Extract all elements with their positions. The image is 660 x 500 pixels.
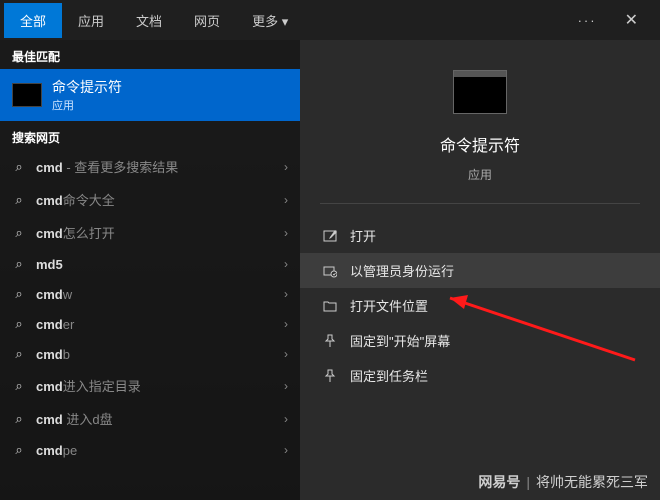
search-item[interactable]: ⌕ cmdb › [0, 339, 300, 369]
search-icon: ⌕ [12, 225, 26, 241]
action-open[interactable]: 打开 [300, 218, 660, 253]
chevron-right-icon: › [284, 226, 288, 240]
search-item[interactable]: ⌕ cmd进入指定目录 › [0, 369, 300, 402]
tab-doc[interactable]: 文档 [120, 3, 178, 38]
action-label: 固定到"开始"屏幕 [350, 331, 450, 350]
search-item[interactable]: ⌕ md5 › [0, 249, 300, 279]
chevron-right-icon: › [284, 412, 288, 426]
action-label: 打开文件位置 [350, 296, 428, 315]
results-panel: 最佳匹配 命令提示符 应用 搜索网页 ⌕ cmd - 查看更多搜索结果 › ⌕ … [0, 40, 300, 500]
action-label: 打开 [350, 226, 376, 245]
search-icon: ⌕ [12, 346, 26, 362]
tab-all[interactable]: 全部 [4, 3, 62, 38]
chevron-right-icon: › [284, 347, 288, 361]
chevron-right-icon: › [284, 317, 288, 331]
tab-app[interactable]: 应用 [62, 3, 120, 38]
search-icon: ⌕ [12, 192, 26, 208]
app-preview: 命令提示符 应用 [320, 70, 640, 204]
search-item[interactable]: ⌕ cmder › [0, 309, 300, 339]
action-pin-start[interactable]: 固定到"开始"屏幕 [300, 323, 660, 358]
search-icon: ⌕ [12, 286, 26, 302]
pin-icon [322, 368, 338, 384]
search-item[interactable]: ⌕ cmd 进入d盘 › [0, 402, 300, 435]
chevron-right-icon: › [284, 257, 288, 271]
chevron-right-icon: › [284, 443, 288, 457]
action-label: 以管理员身份运行 [350, 261, 454, 280]
search-window: 全部 应用 文档 网页 更多 ▾ ··· ✕ 最佳匹配 命令提示符 应用 搜索网… [0, 0, 660, 500]
search-item[interactable]: ⌕ cmd命令大全 › [0, 183, 300, 216]
chevron-right-icon: › [284, 287, 288, 301]
chevron-right-icon: › [284, 193, 288, 207]
action-run-as-admin[interactable]: 以管理员身份运行 [300, 253, 660, 288]
open-icon [322, 228, 338, 244]
search-icon: ⌕ [12, 316, 26, 332]
chevron-down-icon: ▾ [282, 14, 289, 29]
best-match-header: 最佳匹配 [0, 40, 300, 69]
watermark: 网易号|将帅无能累死三军 [478, 472, 648, 492]
chevron-right-icon: › [284, 379, 288, 393]
search-icon: ⌕ [12, 378, 26, 394]
search-icon: ⌕ [12, 159, 26, 175]
action-open-location[interactable]: 打开文件位置 [300, 288, 660, 323]
tab-web[interactable]: 网页 [178, 3, 236, 38]
action-list: 打开 以管理员身份运行 打开文件位置 [300, 218, 660, 393]
cmd-icon [453, 70, 507, 114]
search-web-header: 搜索网页 [0, 121, 300, 150]
best-match-title: 命令提示符 [52, 77, 122, 97]
filter-tabs: 全部 应用 文档 网页 更多 ▾ ··· ✕ [0, 0, 660, 40]
cmd-icon [12, 83, 42, 107]
search-icon: ⌕ [12, 411, 26, 427]
detail-panel: 命令提示符 应用 打开 以管理员身份运行 [300, 40, 660, 500]
action-pin-taskbar[interactable]: 固定到任务栏 [300, 358, 660, 393]
search-item[interactable]: ⌕ cmdw › [0, 279, 300, 309]
pin-icon [322, 333, 338, 349]
action-label: 固定到任务栏 [350, 366, 428, 385]
chevron-right-icon: › [284, 160, 288, 174]
close-button[interactable]: ✕ [615, 4, 648, 36]
best-match-item[interactable]: 命令提示符 应用 [0, 69, 300, 121]
tab-more[interactable]: 更多 ▾ [236, 3, 304, 38]
search-item[interactable]: ⌕ cmd - 查看更多搜索结果 › [0, 150, 300, 183]
preview-sub: 应用 [468, 166, 492, 183]
search-item[interactable]: ⌕ cmd怎么打开 › [0, 216, 300, 249]
search-icon: ⌕ [12, 256, 26, 272]
preview-title: 命令提示符 [440, 132, 520, 156]
more-options-button[interactable]: ··· [568, 7, 607, 34]
search-web-list: ⌕ cmd - 查看更多搜索结果 › ⌕ cmd命令大全 › ⌕ cmd怎么打开… [0, 150, 300, 500]
folder-icon [322, 298, 338, 314]
admin-icon [322, 263, 338, 279]
search-icon: ⌕ [12, 442, 26, 458]
search-item[interactable]: ⌕ cmdpe › [0, 435, 300, 465]
best-match-sub: 应用 [52, 97, 122, 113]
